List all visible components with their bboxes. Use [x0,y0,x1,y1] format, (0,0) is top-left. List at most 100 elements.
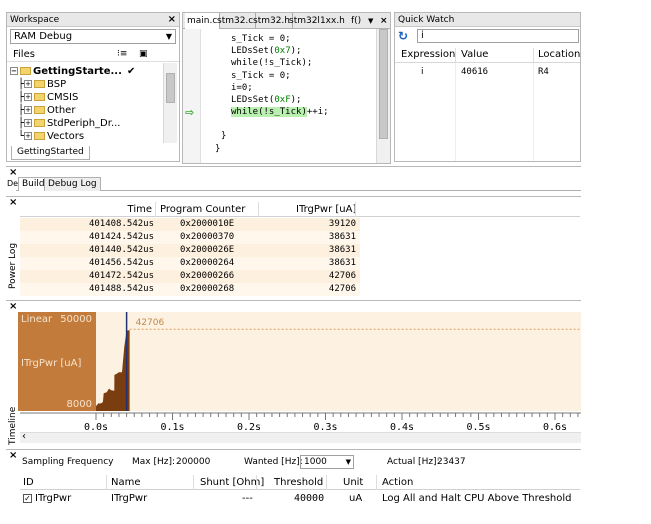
log-row[interactable]: 401424.542us 0x20000370 38631 [20,231,360,244]
log-time: 401472.542us [88,271,154,281]
threshold-value[interactable]: 40000 [294,491,324,506]
close-icon[interactable]: × [9,450,17,461]
max-hz-value: 200000 [176,457,211,467]
tree-item-stdperiph[interactable]: ├+ StdPeriph_Dr... [10,117,165,130]
scrollbar-thumb[interactable] [379,29,388,139]
col-name[interactable]: Name [111,475,141,490]
log-row[interactable]: 401408.542us 0x2000010E 39120 [20,218,360,231]
quickwatch-title: Quick Watch [398,15,455,25]
threshold-action[interactable]: Log All and Halt CPU Above Threshold [382,491,571,506]
editor-gutter [183,29,201,163]
watch-expression-input[interactable]: i [417,29,579,43]
expand-icon[interactable]: + [24,93,33,101]
close-icon[interactable]: × [168,13,176,27]
tab-stm32l1xx-h[interactable]: stm32l1xx.h [287,13,347,29]
log-row[interactable]: 401488.542us 0x20000268 42706 [20,283,360,296]
col-id[interactable]: ID [23,475,34,490]
tree-item-project[interactable]: − GettingStarte... ✔ [10,65,165,78]
tree-item-cmsis[interactable]: ├+ CMSIS [10,91,165,104]
expand-icon[interactable]: + [24,119,33,127]
log-time: 401440.542us [88,245,154,255]
tab-debug-log[interactable]: Debug Log [44,177,101,191]
wanted-hz-select[interactable]: 1000 ▼ [300,455,354,469]
expand-icon[interactable]: + [24,106,33,114]
powerlog-rows: 401408.542us 0x2000010E 39120 401424.542us 0… [20,218,360,296]
powerlog-header: Time Program Counter ITrgPwr [uA] [20,202,580,217]
log-pc: 0x20000266 [180,271,235,281]
col-unit[interactable]: Unit [343,475,363,490]
code-line: } [221,131,227,142]
function-list[interactable]: f() [351,13,361,29]
tree-item-vectors[interactable]: └+ Vectors [10,130,165,143]
col-itrgpwr[interactable]: ITrgPwr [uA] [296,202,356,217]
scroll-left-icon[interactable]: ‹ [22,431,26,442]
middle-tabs-strip: × De Build Debug Log [6,166,581,192]
tree-item-other[interactable]: ├+ Other [10,104,165,117]
col-location[interactable]: Location [538,47,580,63]
scale-label[interactable]: Linear [21,314,52,325]
columns-icon[interactable]: ▣ [139,47,148,62]
options-icon[interactable]: ⁝≡ [117,47,127,62]
workspace-tab-label: GettingStarted [17,147,84,157]
log-value: 42706 [328,271,356,281]
col-program-counter[interactable]: Program Counter [160,202,245,217]
close-icon[interactable]: × [9,301,17,312]
refresh-icon[interactable]: ↻ [398,29,412,43]
wanted-hz-label: Wanted [Hz]: [244,457,303,467]
code-area[interactable]: s_Tick = 0; LEDsSet(0x7); while(!s_Tick)… [215,33,375,155]
workspace-tab[interactable]: GettingStarted [11,146,90,160]
folder-icon [34,106,46,114]
log-row[interactable]: 401456.542us 0x20000264 38631 [20,257,360,270]
folder-icon [34,93,46,101]
col-shunt[interactable]: Shunt [Ohm] [200,475,264,490]
ymax-label: 50000 [60,314,92,325]
threshold-row[interactable]: ✓ ITrgPwr ITrgPwr --- 40000 uA Log All a… [20,491,580,506]
side-tab-power-log[interactable]: Power Log [8,243,18,289]
col-action[interactable]: Action [382,475,413,490]
watch-column-divider [533,63,534,161]
log-pc: 0x20000370 [180,232,235,242]
config-select[interactable]: RAM Debug ▼ [10,29,176,44]
timeline-hscrollbar[interactable]: ‹ [20,431,581,443]
code-line: LEDsSet(0x7); [231,46,302,57]
threshold-name: ITrgPwr [111,493,148,504]
sampling-bar: Sampling Frequency Max [Hz]: 200000 Want… [20,454,580,470]
collapse-icon[interactable]: − [10,67,18,75]
log-pc: 0x2000026E [180,245,235,255]
quickwatch-panel: Quick Watch ↻ i Expression Value Locatio… [394,12,581,162]
editor-scrollbar[interactable] [376,29,390,163]
tree-item-bsp[interactable]: ├+ BSP [10,78,165,91]
expand-icon[interactable]: + [24,80,33,88]
watch-expr: i [421,67,424,77]
threshold-id: ITrgPwr [35,493,72,504]
power-area [96,330,130,411]
close-icon[interactable]: × [9,197,17,208]
workspace-titlebar: Workspace × [7,13,179,27]
col-threshold[interactable]: Threshold [274,475,323,490]
tree-item-label: Vectors [47,131,85,142]
marker-value-label: 42706 [136,318,165,328]
code-line: while(!s_Tick); [231,58,313,69]
code-line: s_Tick = 0; [231,70,291,81]
timeline-axis: 0.0s 0.1s 0.2s 0.3s 0.4s 0.5s 0.6s [20,412,581,433]
col-time[interactable]: Time [128,202,152,217]
col-expression[interactable]: Expression [401,47,455,63]
col-value[interactable]: Value [461,47,488,63]
expand-icon[interactable]: + [24,132,33,140]
workspace-title: Workspace [10,15,60,25]
close-icon[interactable]: × [380,13,388,29]
threshold-shunt[interactable]: --- [242,491,253,506]
chevron-down-icon[interactable]: ▼ [368,13,373,29]
enable-checkbox[interactable]: ✓ [23,494,32,503]
tree-scrollbar[interactable] [163,63,177,143]
log-row[interactable]: 401440.542us 0x2000026E 38631 [20,244,360,257]
watch-header: Expression Value Location [395,47,580,63]
log-value: 39120 [328,219,356,229]
watch-row[interactable]: i 40616 R4 [395,65,580,79]
timeline-chart[interactable]: 42706 [96,312,581,411]
scrollbar-thumb[interactable] [166,73,175,103]
code-line-current: while(!s_Tick)++i; [231,107,329,118]
log-value: 38631 [328,232,356,242]
log-row[interactable]: 401472.542us 0x20000266 42706 [20,270,360,283]
